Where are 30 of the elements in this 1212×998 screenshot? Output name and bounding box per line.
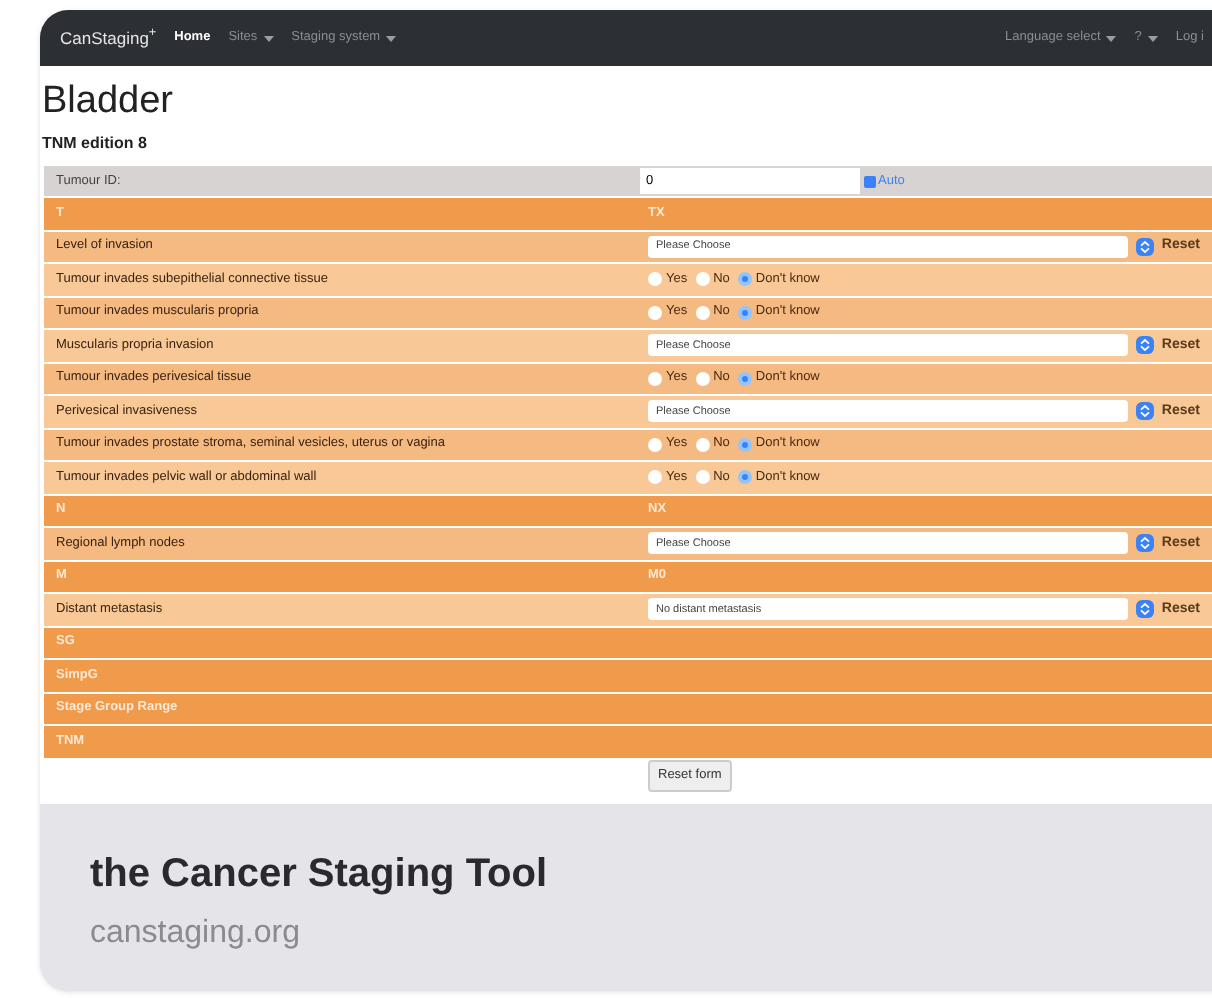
chevron-updown-icon xyxy=(1135,336,1154,355)
caret-icon xyxy=(386,35,397,41)
radio-button[interactable] xyxy=(648,305,662,320)
chevron-updown-icon xyxy=(1135,237,1154,256)
radio-button[interactable] xyxy=(737,470,752,485)
radio-button[interactable] xyxy=(695,437,710,452)
caret-icon xyxy=(1106,35,1117,41)
radio-button[interactable] xyxy=(648,272,662,287)
radio-button[interactable] xyxy=(648,437,662,452)
radio-button[interactable] xyxy=(648,371,662,386)
radio-button[interactable] xyxy=(737,437,752,452)
radio-button[interactable] xyxy=(695,470,710,485)
radio-button[interactable] xyxy=(695,305,710,320)
link-url: canstaging.org xyxy=(90,918,302,950)
page-title: Bladder xyxy=(42,82,175,120)
caret-icon xyxy=(1147,35,1158,41)
radio-button[interactable] xyxy=(695,272,710,287)
page-subtitle: TNM edition 8 xyxy=(42,132,149,156)
link-title[interactable]: the Cancer Staging Tool xyxy=(90,854,1212,894)
radio-button[interactable] xyxy=(648,470,662,485)
checkbox[interactable] xyxy=(864,175,876,187)
caret-icon xyxy=(263,35,274,41)
radio-button[interactable] xyxy=(737,305,752,320)
brand-logo[interactable]: CanStaging$^{+}$ xyxy=(60,25,157,51)
chevron-updown-icon xyxy=(1135,600,1154,619)
radio-button[interactable] xyxy=(695,371,710,386)
chevron-updown-icon xyxy=(1135,534,1154,553)
radio-button[interactable] xyxy=(737,272,752,287)
chevron-updown-icon xyxy=(1135,402,1154,421)
radio-button[interactable] xyxy=(737,371,752,386)
